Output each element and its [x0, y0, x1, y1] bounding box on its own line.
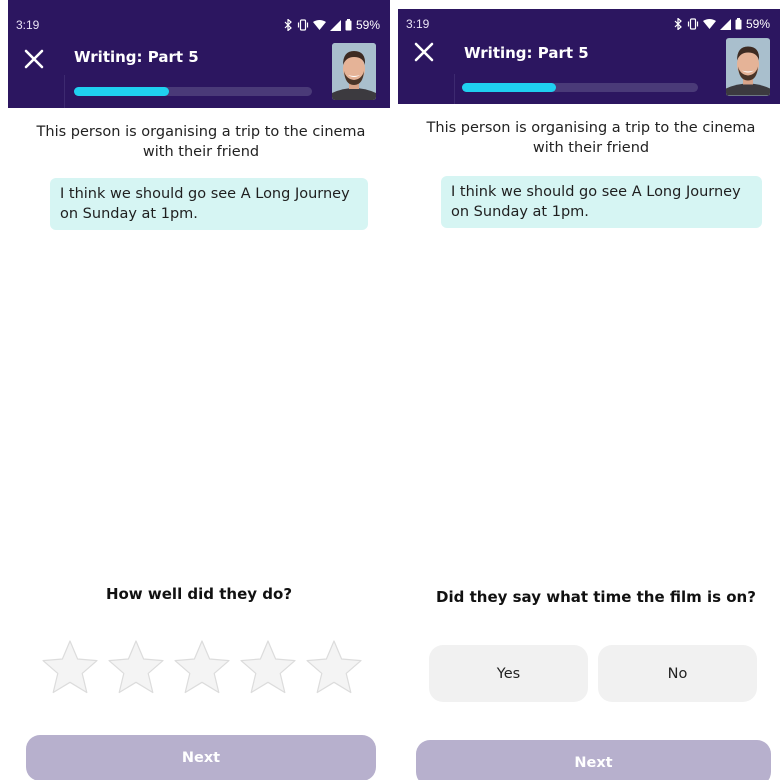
avatar: [726, 38, 770, 96]
app-bar: 3:19 59% Writing: Part 5: [398, 9, 780, 104]
bluetooth-icon: [284, 19, 293, 31]
comprehension-question: Did they say what time the film is on?: [436, 588, 756, 606]
appbar-divider: [64, 75, 65, 108]
battery-percent: 59%: [745, 17, 770, 31]
wifi-icon: [702, 18, 716, 30]
status-time: 3:19: [406, 17, 430, 31]
star-3-icon[interactable]: [172, 638, 232, 696]
message-bubble: I think we should go see A Long Journey …: [50, 178, 368, 230]
next-button[interactable]: Next: [416, 740, 771, 780]
page-title: Writing: Part 5: [464, 44, 589, 62]
message-bubble: I think we should go see A Long Journey …: [441, 176, 762, 228]
avatar-image: [726, 38, 770, 96]
task-prompt: This person is organising a trip to the …: [426, 120, 756, 156]
avatar-image: [332, 43, 376, 100]
progress-fill: [74, 87, 170, 96]
star-2-icon[interactable]: [106, 638, 166, 696]
close-icon: [414, 42, 434, 62]
vibrate-icon: [687, 18, 699, 30]
star-1-icon[interactable]: [40, 638, 100, 696]
bluetooth-icon: [674, 18, 683, 30]
vibrate-icon: [297, 19, 309, 31]
screen-divider: [390, 0, 398, 780]
star-5-icon[interactable]: [304, 638, 364, 696]
battery-icon: [345, 19, 352, 31]
close-button[interactable]: [412, 40, 436, 64]
yes-button[interactable]: Yes: [429, 645, 588, 702]
appbar-divider: [454, 74, 455, 104]
status-icons: 59%: [284, 18, 380, 32]
signal-icon: [719, 18, 731, 30]
star-rating: [40, 638, 364, 696]
rating-screen: 3:19 59% Writing: Part 5 This person is …: [8, 0, 390, 780]
wifi-icon: [312, 19, 326, 31]
next-button[interactable]: Next: [26, 735, 376, 780]
battery-percent: 59%: [355, 18, 380, 32]
battery-icon: [735, 18, 742, 30]
task-prompt: This person is organising a trip to the …: [36, 124, 366, 160]
progress-bar: [462, 83, 698, 92]
signal-icon: [329, 19, 341, 31]
page-title: Writing: Part 5: [74, 48, 199, 66]
status-time: 3:19: [16, 18, 40, 32]
no-button[interactable]: No: [598, 645, 757, 702]
status-icons: 59%: [674, 17, 770, 31]
close-icon: [24, 49, 44, 69]
progress-fill: [462, 83, 557, 92]
progress-bar: [74, 87, 312, 96]
app-bar: 3:19 59% Writing: Part 5: [8, 0, 390, 108]
question-screen: 3:19 59% Writing: Part 5 This person is …: [398, 0, 780, 780]
close-button[interactable]: [22, 47, 46, 71]
avatar: [332, 43, 376, 100]
star-4-icon[interactable]: [238, 638, 298, 696]
rating-question: How well did they do?: [105, 585, 293, 603]
